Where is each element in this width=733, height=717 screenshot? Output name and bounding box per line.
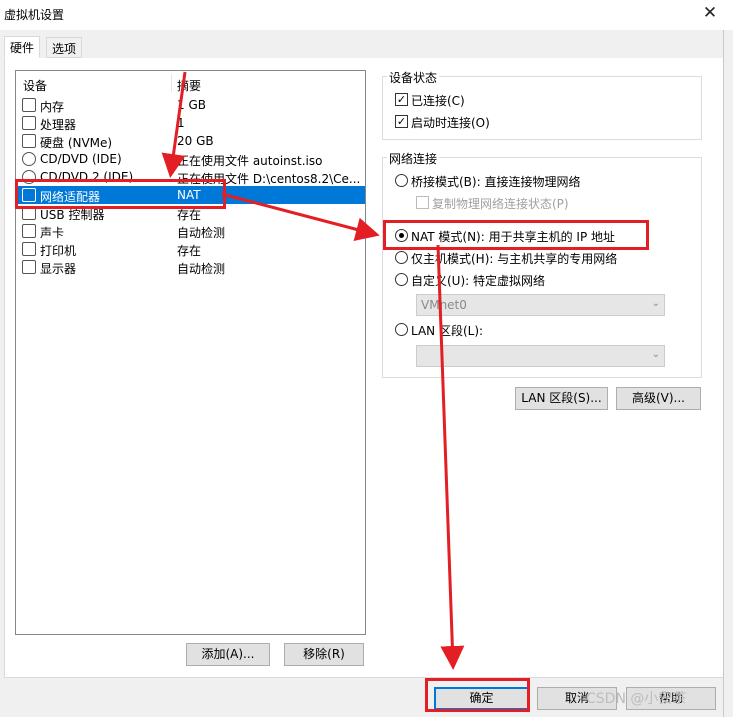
annotation-arrow-3 [436,244,465,670]
annotation-arrows [161,71,465,670]
annotation-arrow-1 [161,71,187,178]
annotation-arrow-2 [221,192,380,242]
